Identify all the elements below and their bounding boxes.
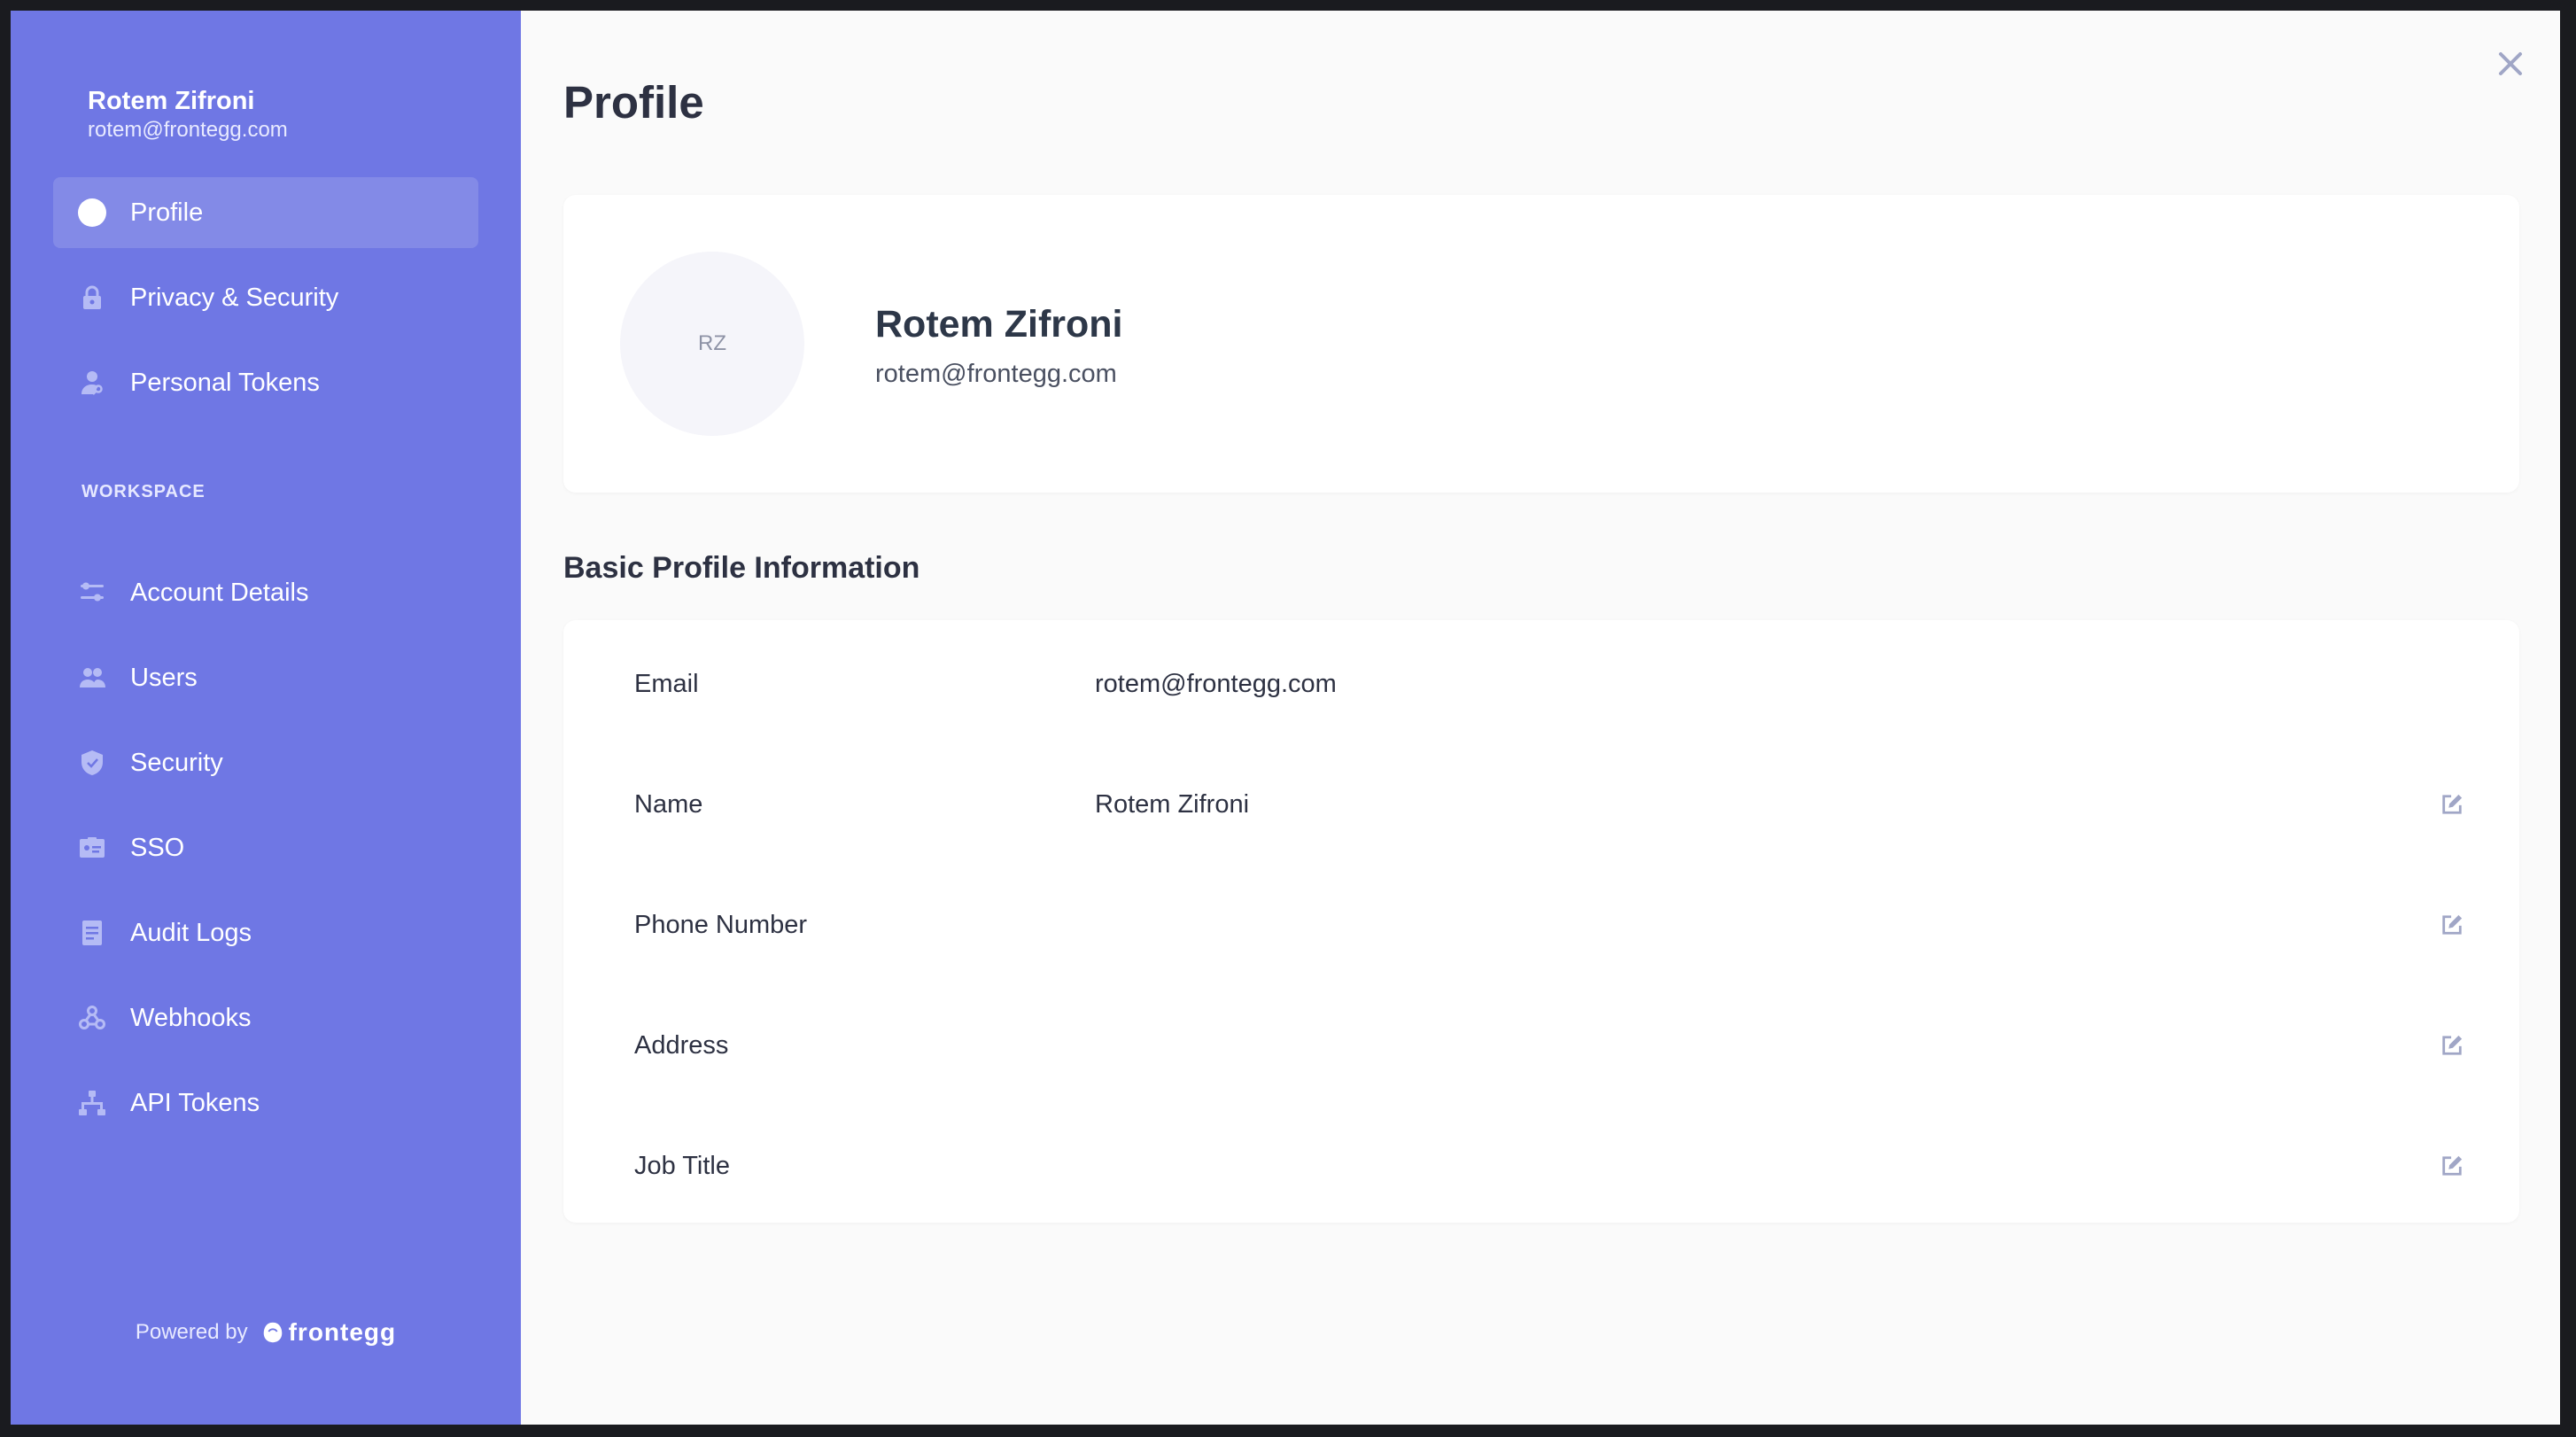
sidebar-item-personal-tokens[interactable]: Personal Tokens: [53, 347, 478, 418]
close-icon: [2499, 52, 2522, 75]
sidebar-item-users[interactable]: Users: [53, 642, 478, 713]
sidebar-item-account-details[interactable]: Account Details: [53, 557, 478, 628]
sidebar-user-name: Rotem Zifroni: [88, 87, 255, 115]
users-icon: [74, 660, 110, 695]
sidebar-item-label: Audit Logs: [130, 918, 252, 947]
field-row-name: Name Rotem Zifroni: [563, 744, 2519, 865]
sidebar-item-label: Account Details: [130, 578, 309, 607]
edit-icon: [2442, 794, 2463, 814]
sidebar-item-label: Privacy & Security: [130, 283, 339, 312]
close-button[interactable]: [2489, 43, 2532, 85]
sidebar-item-privacy-security[interactable]: Privacy & Security: [53, 262, 478, 333]
basic-profile-section-title: Basic Profile Information: [563, 551, 920, 585]
edit-icon: [2442, 1035, 2463, 1055]
field-label-address: Address: [634, 1030, 729, 1060]
field-row-phone-number: Phone Number: [563, 865, 2519, 985]
powered-by-footer: Powered by frontegg: [11, 1318, 521, 1347]
field-value-email: rotem@frontegg.com: [1095, 669, 1337, 698]
network-icon: [74, 1085, 110, 1121]
sidebar-item-label: API Tokens: [130, 1088, 260, 1117]
frontegg-brand-text: frontegg: [288, 1318, 397, 1346]
field-row-email: Email rotem@frontegg.com: [563, 624, 2519, 744]
sidebar-user-email: rotem@frontegg.com: [88, 118, 288, 142]
sidebar-item-api-tokens[interactable]: API Tokens: [53, 1068, 478, 1138]
sidebar-item-label: Security: [130, 748, 223, 777]
lock-icon: [74, 280, 110, 315]
edit-job-title-button[interactable]: [2436, 1150, 2468, 1182]
avatar-circle-icon: [74, 195, 110, 230]
sidebar-item-label: Webhooks: [130, 1003, 252, 1032]
profile-summary-card: RZ Rotem Zifroni rotem@frontegg.com: [563, 195, 2519, 493]
sidebar-item-label: SSO: [130, 833, 185, 862]
shield-icon: [74, 745, 110, 781]
field-row-job-title: Job Title: [563, 1106, 2519, 1226]
document-icon: [74, 915, 110, 951]
field-label-job-title: Job Title: [634, 1151, 730, 1180]
powered-by-text: Powered by: [135, 1320, 248, 1344]
avatar[interactable]: RZ: [620, 252, 804, 436]
profile-email: rotem@frontegg.com: [875, 360, 1117, 388]
sidebar: Rotem Zifroni rotem@frontegg.com Profile…: [11, 11, 521, 1425]
field-label-phone-number: Phone Number: [634, 910, 808, 939]
frontegg-logo[interactable]: frontegg: [260, 1318, 397, 1347]
main-content: Profile RZ Rotem Zifroni rotem@frontegg.…: [521, 11, 2560, 1425]
field-value-name: Rotem Zifroni: [1095, 789, 1250, 819]
field-row-address: Address: [563, 985, 2519, 1106]
profile-name: Rotem Zifroni: [875, 303, 1123, 346]
user-key-icon: [74, 365, 110, 400]
sidebar-item-label: Profile: [130, 198, 204, 227]
sidebar-item-label: Users: [130, 663, 198, 692]
frontegg-logo-icon: [263, 1322, 282, 1343]
sliders-icon: [74, 575, 110, 610]
sidebar-user-info: Rotem Zifroni rotem@frontegg.com: [88, 85, 288, 144]
sidebar-item-sso[interactable]: SSO: [53, 812, 478, 883]
edit-icon: [2442, 914, 2463, 935]
page-title: Profile: [563, 77, 704, 128]
basic-profile-info-card: Email rotem@frontegg.com Name Rotem Zifr…: [563, 620, 2519, 1223]
sidebar-item-profile[interactable]: Profile: [53, 177, 478, 248]
field-label-name: Name: [634, 789, 703, 819]
settings-window: Rotem Zifroni rotem@frontegg.com Profile…: [11, 11, 2560, 1425]
sidebar-item-audit-logs[interactable]: Audit Logs: [53, 897, 478, 968]
edit-name-button[interactable]: [2436, 788, 2468, 820]
webhook-icon: [74, 1000, 110, 1036]
edit-icon: [2442, 1155, 2463, 1176]
edit-address-button[interactable]: [2436, 1029, 2468, 1061]
field-label-email: Email: [634, 669, 699, 698]
edit-phone-number-button[interactable]: [2436, 909, 2468, 941]
sidebar-item-webhooks[interactable]: Webhooks: [53, 983, 478, 1053]
workspace-section-label: WORKSPACE: [81, 482, 206, 501]
sidebar-item-security[interactable]: Security: [53, 727, 478, 798]
sidebar-item-label: Personal Tokens: [130, 368, 320, 397]
id-card-icon: [74, 830, 110, 866]
